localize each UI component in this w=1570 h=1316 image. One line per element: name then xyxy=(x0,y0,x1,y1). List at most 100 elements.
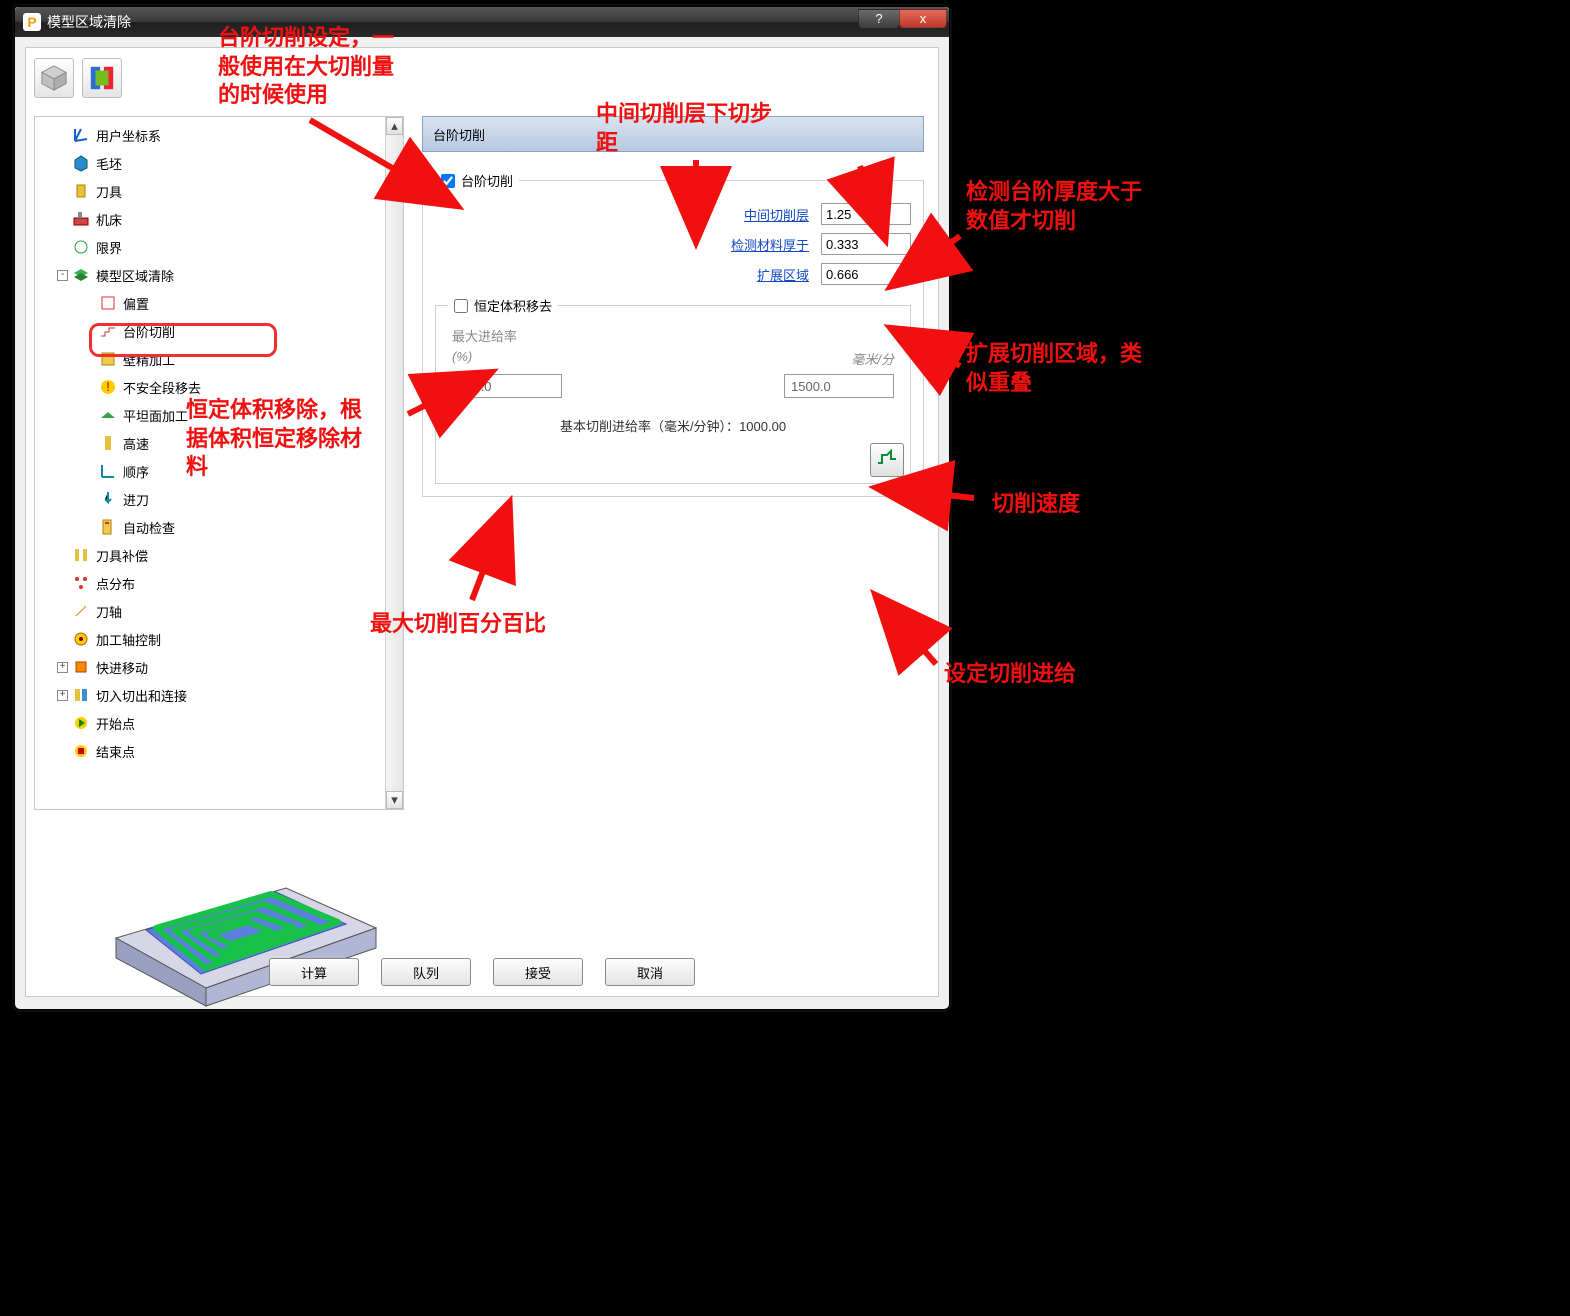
tree-item-18[interactable]: 加工轴控制 xyxy=(39,625,399,653)
tree-item-label: 刀具 xyxy=(96,182,122,201)
calculate-button[interactable]: 计算 xyxy=(269,958,359,986)
annot-expand-area: 扩展切削区域，类 似重叠 xyxy=(966,340,1142,397)
toolbar-strategy-icon[interactable] xyxy=(82,58,122,98)
titlebar[interactable]: P 模型区域清除 ? x xyxy=(15,7,949,37)
tree-item-label: 自动检查 xyxy=(123,518,175,537)
tree-item-5[interactable]: - 模型区域清除 xyxy=(39,261,399,289)
expand-area-input[interactable] xyxy=(821,263,911,285)
close-button[interactable]: x xyxy=(899,9,947,28)
expand-area-link[interactable]: 扩展区域 xyxy=(757,265,809,284)
tree-item-16[interactable]: 点分布 xyxy=(39,569,399,597)
tree-scrollbar[interactable]: ▴ ▾ xyxy=(385,117,403,809)
taxis-icon xyxy=(72,602,90,620)
app-icon: P xyxy=(23,13,41,31)
help-button[interactable]: ? xyxy=(858,9,900,28)
tree-item-label: 模型区域清除 xyxy=(96,266,174,285)
axis-icon xyxy=(72,126,90,144)
expand-icon[interactable]: + xyxy=(57,662,68,673)
unsafe-icon: ! xyxy=(99,378,117,396)
speed-icon xyxy=(99,434,117,452)
tree-item-20[interactable]: + 切入切出和连接 xyxy=(39,681,399,709)
tree-item-label: 开始点 xyxy=(96,714,135,733)
unit-mmmin-label: 毫米/分 xyxy=(851,349,894,368)
tree-item-17[interactable]: 刀轴 xyxy=(39,597,399,625)
order-icon xyxy=(99,462,117,480)
comp-icon xyxy=(72,546,90,564)
points-icon xyxy=(72,574,90,592)
base-feed-label: 基本切削进给率（毫米/分钟）：1000.00 xyxy=(448,416,898,435)
dialog-window: P 模型区域清除 ? x 用户坐标系毛坯刀具机床限界-模型区域清除偏置台阶切削壁… xyxy=(14,6,950,1010)
svg-text:!: ! xyxy=(106,379,110,394)
expand-icon[interactable]: - xyxy=(57,270,68,281)
tree-item-10[interactable]: 平坦面加工 xyxy=(39,401,399,429)
check-icon xyxy=(99,518,117,536)
tree-pane: 用户坐标系毛坯刀具机床限界-模型区域清除偏置台阶切削壁精加工!不安全段移去平坦面… xyxy=(34,116,404,810)
tree-item-label: 限界 xyxy=(96,238,122,257)
tree-item-14[interactable]: 自动检查 xyxy=(39,513,399,541)
detect-thickness-input[interactable] xyxy=(821,233,911,255)
toolbar-iso-icon[interactable] xyxy=(34,58,74,98)
middle-layer-input[interactable] xyxy=(821,203,911,225)
section-header: 台阶切削 xyxy=(422,116,924,152)
tree-item-label: 加工轴控制 xyxy=(96,630,161,649)
queue-button[interactable]: 队列 xyxy=(381,958,471,986)
tree-item-19[interactable]: + 快进移动 xyxy=(39,653,399,681)
tree-item-15[interactable]: 刀具补偿 xyxy=(39,541,399,569)
cyl-icon xyxy=(72,182,90,200)
tree-item-label: 用户坐标系 xyxy=(96,126,161,145)
tree-item-label: 顺序 xyxy=(123,462,149,481)
annot-detect-thickness: 检测台阶厚度大于 数值才切削 xyxy=(966,178,1142,235)
tree-item-4[interactable]: 限界 xyxy=(39,233,399,261)
link-icon xyxy=(72,686,90,704)
machine-icon xyxy=(72,210,90,228)
set-feed-button[interactable] xyxy=(870,443,904,477)
tree-item-label: 进刀 xyxy=(123,490,149,509)
max-feed-label: 最大进给率 xyxy=(452,326,898,345)
tree-item-13[interactable]: 进刀 xyxy=(39,485,399,513)
tree-item-1[interactable]: 毛坯 xyxy=(39,149,399,177)
const-volume-group: 恒定体积移去 最大进给率 (%) 毫米/分 基本切削进给率（毫米/分钟）：1 xyxy=(435,305,911,484)
step-cut-label: 台阶切削 xyxy=(461,171,513,190)
button-row: 计算 队列 接受 取消 xyxy=(26,958,938,986)
tree-item-12[interactable]: 顺序 xyxy=(39,457,399,485)
tree-item-3[interactable]: 机床 xyxy=(39,205,399,233)
tree-item-label: 切入切出和连接 xyxy=(96,686,187,705)
step-cut-checkbox[interactable] xyxy=(441,174,455,188)
tree-item-label: 毛坯 xyxy=(96,154,122,173)
percent-input[interactable] xyxy=(452,374,562,398)
tree-item-label: 平坦面加工 xyxy=(123,406,188,425)
top-toolbar xyxy=(34,58,122,98)
tree-item-label: 高速 xyxy=(123,434,149,453)
tree-item-9[interactable]: !不安全段移去 xyxy=(39,373,399,401)
tree-item-label: 刀具补偿 xyxy=(96,546,148,565)
window-title: 模型区域清除 xyxy=(47,12,131,32)
scroll-up-icon[interactable]: ▴ xyxy=(386,117,403,135)
leadin-icon xyxy=(99,490,117,508)
step-cut-group: 台阶切削 中间切削层 检测材料厚于 扩展区域 xyxy=(422,180,924,497)
accept-button[interactable]: 接受 xyxy=(493,958,583,986)
flat-icon xyxy=(99,406,117,424)
tree-item-0[interactable]: 用户坐标系 xyxy=(39,121,399,149)
tree-item-22[interactable]: 结束点 xyxy=(39,737,399,765)
rapid-icon xyxy=(72,658,90,676)
tree-item-label: 刀轴 xyxy=(96,602,122,621)
scroll-down-icon[interactable]: ▾ xyxy=(386,791,403,809)
limit-icon xyxy=(72,238,90,256)
end-icon xyxy=(72,742,90,760)
ctrl-icon xyxy=(72,630,90,648)
middle-layer-link[interactable]: 中间切削层 xyxy=(744,205,809,224)
content-pane: 台阶切削 台阶切削 中间切削层 检测材料厚于 扩展区 xyxy=(422,116,924,936)
cancel-button[interactable]: 取消 xyxy=(605,958,695,986)
selected-highlight xyxy=(89,323,277,357)
tree-item-label: 结束点 xyxy=(96,742,135,761)
expand-icon[interactable]: + xyxy=(57,690,68,701)
const-volume-checkbox[interactable] xyxy=(454,299,468,313)
detect-thickness-link[interactable]: 检测材料厚于 xyxy=(731,235,809,254)
tree-item-11[interactable]: 高速 xyxy=(39,429,399,457)
tree-item-label: 机床 xyxy=(96,210,122,229)
tree-item-21[interactable]: 开始点 xyxy=(39,709,399,737)
mmmin-input[interactable] xyxy=(784,374,894,398)
tree-item-2[interactable]: 刀具 xyxy=(39,177,399,205)
tree-item-6[interactable]: 偏置 xyxy=(39,289,399,317)
tree-item-label: 快进移动 xyxy=(96,658,148,677)
